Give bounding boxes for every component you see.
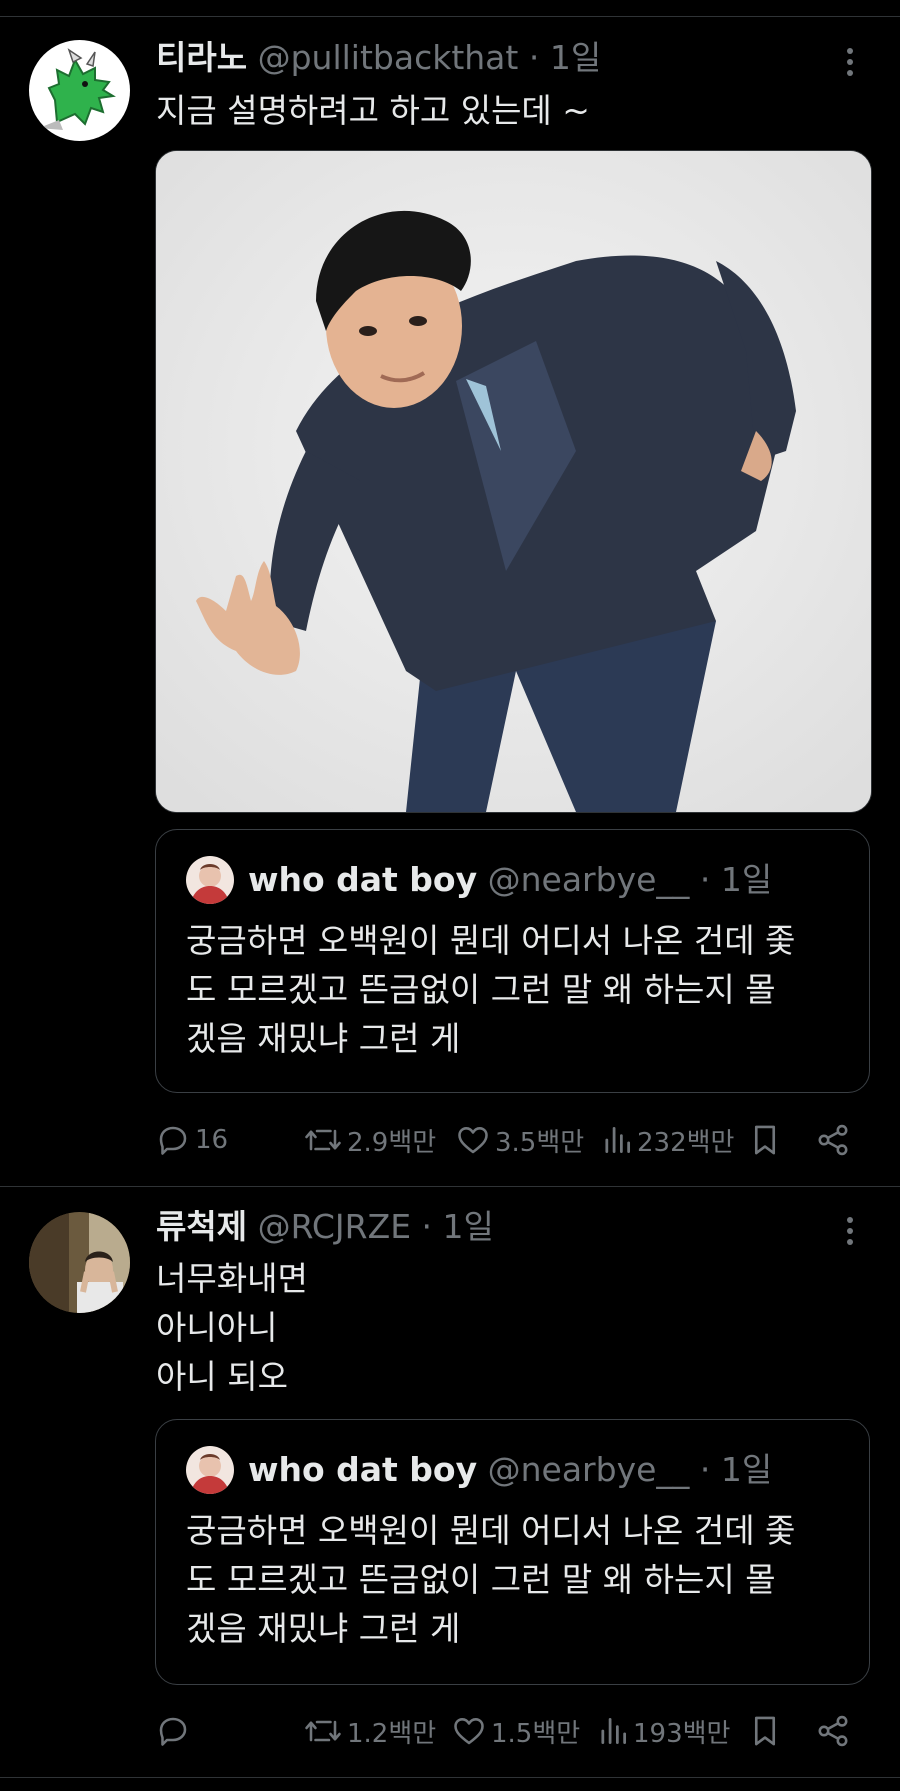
separator-dot: · bbox=[699, 1450, 711, 1489]
more-options-icon[interactable] bbox=[832, 1213, 868, 1249]
quote-text-line: 도 모르겠고 뜬금없이 그런 말 왜 하는지 몰 bbox=[186, 970, 776, 1009]
retweet-count: 1.2백만 bbox=[347, 1718, 437, 1749]
quote-text-line: 겠음 재밌냐 그런 게 bbox=[186, 1019, 461, 1058]
tweet-text-line: 아니 되오 bbox=[156, 1357, 288, 1396]
green-dinosaur-icon bbox=[29, 40, 130, 141]
separator-dot: · bbox=[421, 1207, 433, 1246]
quote-display-name: who dat boy bbox=[248, 860, 478, 899]
like-button[interactable]: 1.5백만 bbox=[451, 1711, 580, 1751]
reply-count: 16 bbox=[195, 1125, 229, 1155]
tweet-text-line: 아니아니 bbox=[156, 1308, 278, 1347]
man-posing-photo bbox=[156, 151, 871, 812]
quote-avatar bbox=[186, 1446, 234, 1494]
user-handle[interactable]: @RCJRZE bbox=[258, 1207, 411, 1246]
bookmark-icon bbox=[754, 1125, 776, 1155]
quote-avatar bbox=[186, 856, 234, 904]
views-chart-icon bbox=[605, 1126, 631, 1154]
views-count: 232백만 bbox=[637, 1127, 735, 1158]
avatar-photo-icon bbox=[186, 1446, 234, 1494]
user-handle[interactable]: @pullitbackthat bbox=[258, 38, 519, 77]
quote-timestamp: 1일 bbox=[720, 1450, 773, 1489]
tweet-photo[interactable] bbox=[155, 150, 872, 813]
reply-button[interactable]: 16 bbox=[155, 1120, 228, 1160]
quoted-tweet[interactable]: who dat boy @nearbye__ · 1일 궁금하면 오백원이 뭔데… bbox=[155, 829, 870, 1093]
bookmark-button[interactable] bbox=[749, 1120, 781, 1160]
retweet-icon bbox=[305, 1720, 341, 1742]
like-count: 3.5백만 bbox=[495, 1127, 585, 1158]
tweet-1[interactable]: 티라노 @pullitbackthat · 1일 지금 설명하려고 하고 있는데… bbox=[0, 0, 900, 1186]
tweet-text-line: 너무화내면 bbox=[156, 1259, 308, 1298]
quote-header: who dat boy @nearbye__ · 1일 bbox=[248, 858, 772, 902]
tweet-header: 티라노 @pullitbackthat · 1일 bbox=[156, 38, 601, 78]
quote-text-line: 도 모르겠고 뜬금없이 그런 말 왜 하는지 몰 bbox=[186, 1560, 776, 1599]
reply-button[interactable] bbox=[155, 1711, 195, 1751]
share-icon bbox=[818, 1715, 848, 1747]
quote-text-line: 궁금하면 오백원이 뭔데 어디서 나온 건데 좇 bbox=[186, 921, 796, 960]
quote-text: 궁금하면 오백원이 뭔데 어디서 나온 건데 좇 도 모르겠고 뜬금없이 그런 … bbox=[186, 916, 846, 1063]
separator-dot: · bbox=[699, 860, 711, 899]
tweet-text: 너무화내면 아니아니 아니 되오 bbox=[156, 1254, 308, 1401]
quote-text: 궁금하면 오백원이 뭔데 어디서 나온 건데 좇 도 모르겠고 뜬금없이 그런 … bbox=[186, 1506, 846, 1653]
share-button[interactable] bbox=[815, 1120, 851, 1160]
tweet-text-line: 지금 설명하려고 하고 있는데 ~ bbox=[156, 91, 590, 130]
views-button[interactable]: 232백만 bbox=[601, 1120, 734, 1160]
retweet-button[interactable]: 1.2백만 bbox=[303, 1711, 436, 1751]
avatar-photo-icon bbox=[29, 1212, 130, 1313]
quote-text-line: 겠음 재밌냐 그런 게 bbox=[186, 1609, 461, 1648]
bookmark-button[interactable] bbox=[749, 1711, 781, 1751]
quote-timestamp: 1일 bbox=[720, 860, 773, 899]
action-bar: 1.2백만 1.5백만 193백만 bbox=[155, 1711, 870, 1751]
quote-user-handle: @nearbye__ bbox=[487, 860, 690, 899]
action-bar: 16 2.9백만 3.5백만 232백만 bbox=[155, 1120, 870, 1160]
retweet-button[interactable]: 2.9백만 bbox=[303, 1120, 436, 1160]
retweet-count: 2.9백만 bbox=[347, 1127, 437, 1158]
display-name[interactable]: 류척제 bbox=[156, 1207, 247, 1246]
quoted-tweet[interactable]: who dat boy @nearbye__ · 1일 궁금하면 오백원이 뭔데… bbox=[155, 1419, 870, 1685]
quote-header: who dat boy @nearbye__ · 1일 bbox=[248, 1448, 772, 1492]
display-name[interactable]: 티라노 bbox=[156, 38, 247, 77]
reply-icon bbox=[159, 1717, 187, 1746]
tweet-header: 류척제 @RCJRZE · 1일 bbox=[156, 1207, 494, 1247]
separator-dot: · bbox=[528, 38, 540, 77]
views-count: 193백만 bbox=[633, 1718, 731, 1749]
reply-icon bbox=[159, 1126, 187, 1155]
heart-icon bbox=[454, 1718, 484, 1745]
like-count: 1.5백만 bbox=[491, 1718, 581, 1749]
bookmark-icon bbox=[754, 1716, 776, 1746]
avatar[interactable] bbox=[29, 40, 130, 141]
views-chart-icon bbox=[601, 1717, 627, 1745]
share-icon bbox=[818, 1124, 848, 1156]
tweet-divider bbox=[0, 1777, 900, 1778]
heart-icon bbox=[458, 1127, 488, 1154]
avatar-photo-icon bbox=[186, 856, 234, 904]
more-options-icon[interactable] bbox=[832, 44, 868, 80]
share-button[interactable] bbox=[815, 1711, 851, 1751]
quote-text-line: 궁금하면 오백원이 뭔데 어디서 나온 건데 좇 bbox=[186, 1511, 796, 1550]
quote-display-name: who dat boy bbox=[248, 1450, 478, 1489]
like-button[interactable]: 3.5백만 bbox=[455, 1120, 584, 1160]
tweet-text: 지금 설명하려고 하고 있는데 ~ bbox=[156, 86, 590, 135]
views-button[interactable]: 193백만 bbox=[597, 1711, 730, 1751]
quote-user-handle: @nearbye__ bbox=[487, 1450, 690, 1489]
tweet-2[interactable]: 류척제 @RCJRZE · 1일 너무화내면 아니아니 아니 되오 who da… bbox=[0, 1187, 900, 1777]
avatar[interactable] bbox=[29, 1212, 130, 1313]
timestamp[interactable]: 1일 bbox=[550, 38, 601, 77]
timestamp[interactable]: 1일 bbox=[443, 1207, 494, 1246]
retweet-icon bbox=[305, 1129, 341, 1151]
